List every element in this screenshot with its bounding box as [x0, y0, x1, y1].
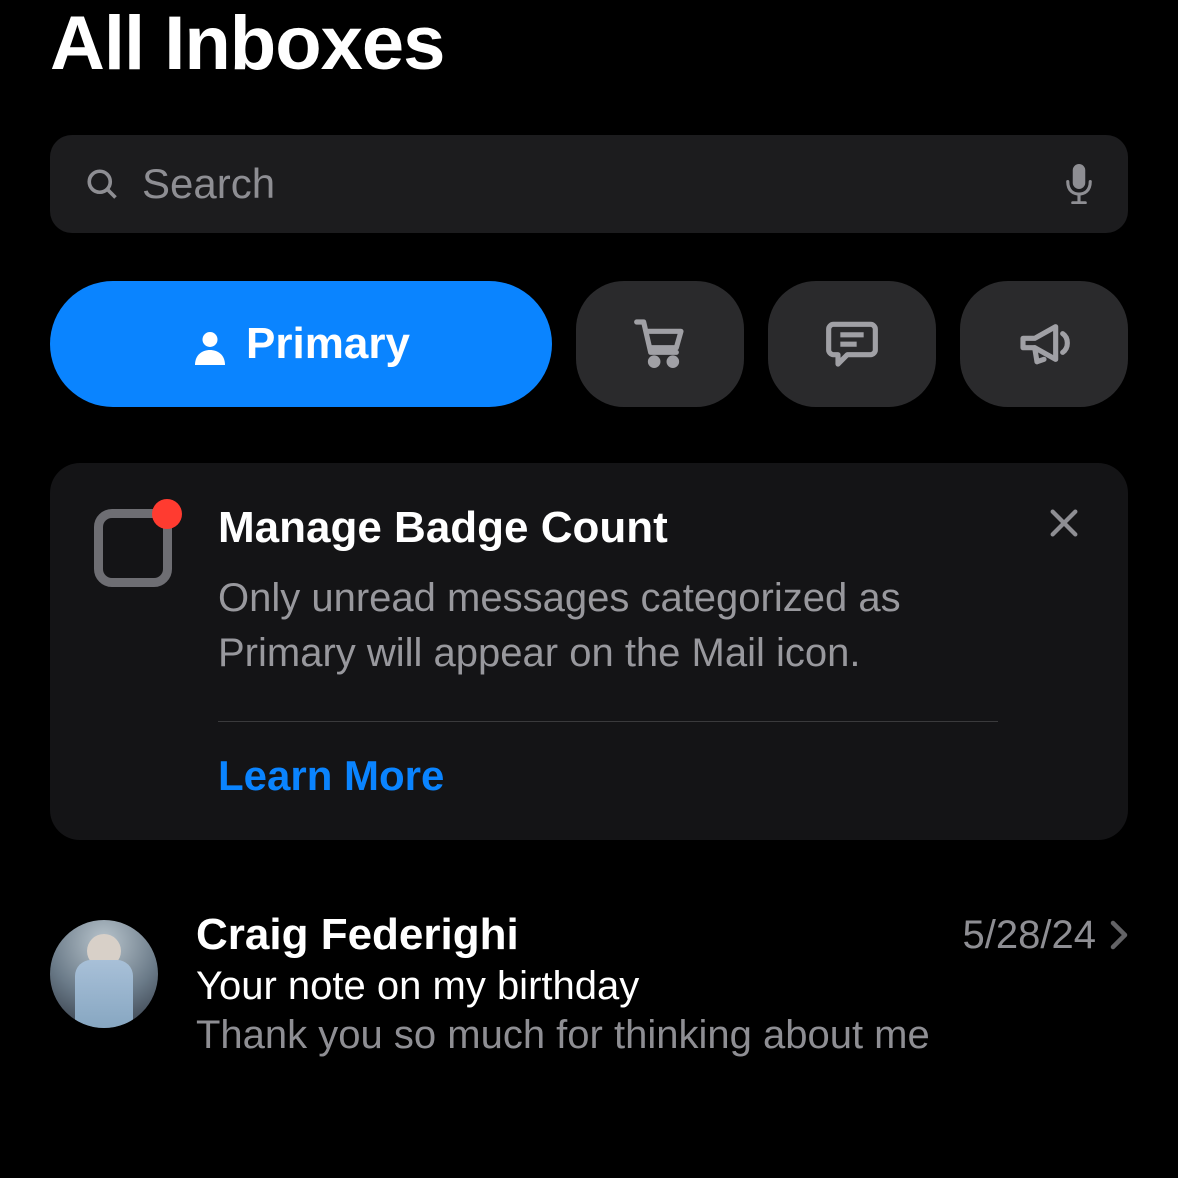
chevron-right-icon	[1110, 920, 1128, 950]
info-card-description: Only unread messages categorized as Prim…	[218, 571, 998, 681]
divider	[218, 721, 998, 722]
chat-icon	[824, 315, 880, 374]
search-input[interactable]	[142, 160, 1042, 208]
person-icon	[192, 326, 228, 362]
close-icon	[1047, 506, 1081, 545]
category-tabs: Primary	[50, 281, 1128, 407]
message-sender: Craig Federighi	[196, 910, 949, 960]
cart-icon	[632, 315, 688, 374]
message-date: 5/28/24	[963, 913, 1096, 958]
category-promotions-tab[interactable]	[960, 281, 1128, 407]
category-primary-label: Primary	[246, 319, 410, 369]
badge-info-card: Manage Badge Count Only unread messages …	[50, 463, 1128, 840]
category-social-tab[interactable]	[768, 281, 936, 407]
megaphone-icon	[1016, 315, 1072, 374]
badge-count-icon	[94, 503, 172, 800]
avatar	[50, 920, 158, 1028]
info-card-title: Manage Badge Count	[218, 503, 998, 553]
close-button[interactable]	[1044, 505, 1084, 545]
search-icon	[84, 166, 120, 202]
page-title: All Inboxes	[50, 0, 1128, 87]
message-preview: Thank you so much for thinking about me	[196, 1013, 1128, 1058]
category-shopping-tab[interactable]	[576, 281, 744, 407]
category-primary-tab[interactable]: Primary	[50, 281, 552, 407]
message-row[interactable]: Craig Federighi 5/28/24 Your note on my …	[50, 910, 1128, 1058]
learn-more-link[interactable]: Learn More	[218, 752, 998, 800]
search-bar[interactable]	[50, 135, 1128, 233]
microphone-icon[interactable]	[1064, 164, 1094, 204]
message-subject: Your note on my birthday	[196, 964, 1128, 1009]
